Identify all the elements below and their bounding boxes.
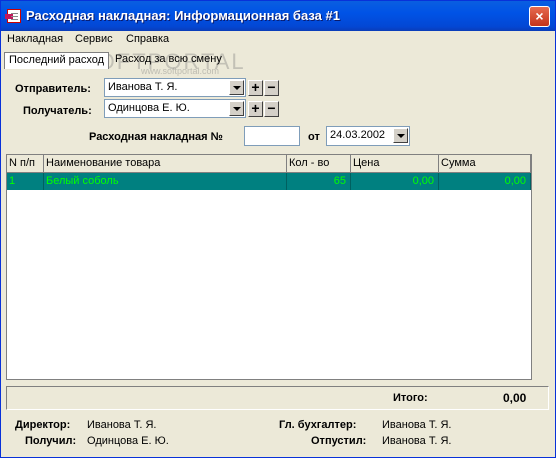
grid-scrollbar[interactable] [532,154,549,380]
column-header-name[interactable]: Наименование товара [44,155,287,173]
recipient-label: Получатель: [23,105,92,117]
cell-number: 1 [7,173,44,190]
chevron-down-icon[interactable] [393,128,408,143]
cell-qty: 65 [287,173,351,190]
add-recipient-button[interactable]: + [248,101,263,117]
sender-select[interactable]: Иванова Т. Я. [104,78,246,97]
total-bar: Итого: 0,00 [6,386,549,410]
director-label: Директор: [15,419,71,431]
menu-service[interactable]: Сервис [75,33,113,45]
column-header-number[interactable]: N п/п [7,155,44,173]
sender-label: Отправитель: [15,83,91,95]
chevron-down-icon[interactable] [229,101,244,116]
menu-help[interactable]: Справка [126,33,169,45]
close-button[interactable]: × [529,6,550,27]
column-header-price[interactable]: Цена [351,155,439,173]
tab-last-expense[interactable]: Последний расход [4,52,110,69]
recipient-select[interactable]: Одинцова Е. Ю. [104,99,246,118]
cell-price: 0,00 [351,173,439,190]
add-sender-button[interactable]: + [248,80,263,96]
received-label: Получил: [25,435,77,447]
window-title: Расходная накладная: Информационная база… [26,8,340,23]
cell-name: Белый соболь [44,173,287,190]
total-value: 0,00 [503,391,527,405]
tab-shift-expense[interactable]: Расход за всю смену [111,52,226,69]
invoice-number-label: Расходная накладная № [89,131,223,143]
column-header-sum[interactable]: Сумма [439,155,531,173]
column-header-qty[interactable]: Кол - во [287,155,351,173]
items-table[interactable]: N п/п Наименование товара Кол - во Цена … [6,154,532,380]
sender-value: Иванова Т. Я. [108,81,178,93]
received-value: Одинцова Е. Ю. [87,435,169,447]
recipient-value: Одинцова Е. Ю. [108,102,190,114]
released-label: Отпустил: [311,435,367,447]
chevron-down-icon[interactable] [229,80,244,95]
director-value: Иванова Т. Я. [87,419,157,431]
title-bar[interactable]: Расходная накладная: Информационная база… [1,1,555,31]
cell-sum: 0,00 [439,173,531,190]
table-row[interactable]: 1 Белый соболь 65 0,00 0,00 [7,173,531,190]
accountant-label: Гл. бухгалтер: [279,419,357,431]
date-picker[interactable]: 24.03.2002 [326,126,410,146]
menu-invoice[interactable]: Накладная [7,33,63,45]
remove-sender-button[interactable]: − [264,80,279,96]
menu-bar: Накладная Сервис Справка [1,31,555,49]
tab-strip: Последний расход Расход за всю смену [1,51,555,71]
released-value: Иванова Т. Я. [382,435,452,447]
app-icon [5,9,21,23]
date-label: от [308,131,320,143]
main-window: Расходная накладная: Информационная база… [0,0,556,458]
remove-recipient-button[interactable]: − [264,101,279,117]
accountant-value: Иванова Т. Я. [382,419,452,431]
date-value: 24.03.2002 [330,129,386,141]
invoice-number-input[interactable] [244,126,300,146]
total-label: Итого: [393,392,428,404]
